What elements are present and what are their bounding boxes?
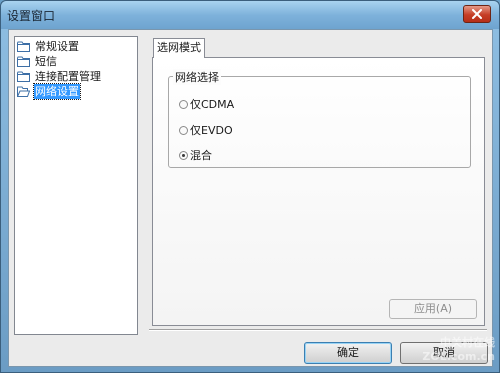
tree-item-label: 网络设置: [33, 83, 81, 100]
settings-window: 设置窗口 常规设置 短信 连接配置管理 网络设置 选网模式 网络选择 仅CDMA…: [0, 0, 500, 373]
folder-icon: [17, 56, 30, 67]
cancel-button[interactable]: 取消: [400, 342, 488, 364]
close-button[interactable]: [463, 5, 491, 23]
radio-evdo-only[interactable]: 仅EVDO: [179, 122, 233, 138]
radio-hybrid[interactable]: 混合: [179, 147, 212, 163]
group-title: 网络选择: [173, 69, 221, 85]
tree-item-general[interactable]: 常规设置: [15, 39, 137, 54]
title-bar[interactable]: 设置窗口: [1, 1, 499, 29]
radio-cdma-only[interactable]: 仅CDMA: [179, 96, 234, 112]
separator: [149, 329, 487, 331]
tab-panel: 网络选择 仅CDMA 仅EVDO 混合 应用(A): [152, 57, 485, 326]
tab-network-mode[interactable]: 选网模式: [153, 38, 205, 58]
close-icon: [472, 9, 482, 19]
apply-button[interactable]: 应用(A): [389, 299, 477, 319]
window-title: 设置窗口: [7, 9, 56, 23]
radio-label: 混合: [190, 149, 212, 162]
radio-button[interactable]: [179, 125, 188, 135]
tree-item-network[interactable]: 网络设置: [15, 83, 137, 100]
folder-icon: [17, 71, 30, 82]
network-select-group: 网络选择 仅CDMA 仅EVDO 混合: [168, 69, 471, 168]
radio-button[interactable]: [179, 99, 188, 109]
settings-tree: 常规设置 短信 连接配置管理 网络设置: [14, 36, 138, 335]
tree-item-label: 常规设置: [35, 40, 79, 53]
ok-button[interactable]: 确定: [304, 342, 392, 364]
tree-item-connection-config[interactable]: 连接配置管理: [15, 69, 137, 84]
tree-item-label: 短信: [35, 55, 57, 68]
folder-open-icon: [17, 86, 30, 97]
radio-button-checked[interactable]: [179, 150, 188, 160]
dialog-body: 常规设置 短信 连接配置管理 网络设置 选网模式 网络选择 仅CDMA 仅EVD…: [8, 29, 493, 367]
tree-item-sms[interactable]: 短信: [15, 54, 137, 69]
radio-label: 仅CDMA: [190, 98, 235, 111]
folder-icon: [17, 41, 30, 52]
tree-item-label: 连接配置管理: [35, 70, 101, 83]
radio-label: 仅EVDO: [190, 124, 233, 137]
